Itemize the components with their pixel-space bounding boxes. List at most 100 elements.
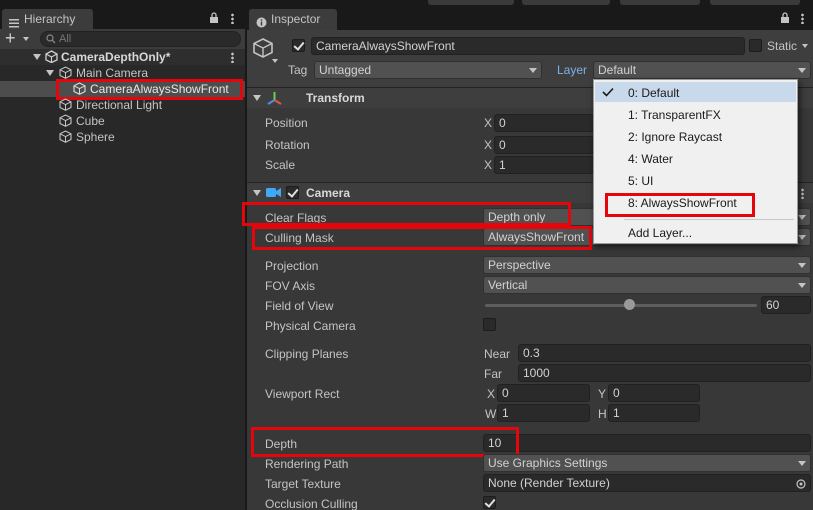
static-label: Static — [767, 39, 798, 53]
depth-field[interactable]: 10 — [483, 434, 811, 452]
menu-separator — [624, 219, 794, 220]
far-field[interactable]: 1000 — [518, 364, 811, 382]
camera-title: Camera — [306, 186, 351, 200]
physical-camera-label: Physical Camera — [265, 319, 356, 333]
x-label: X — [484, 158, 493, 172]
unity-scene-icon — [45, 50, 58, 66]
fov-slider-track[interactable] — [485, 304, 757, 307]
list-icon — [9, 14, 19, 28]
near-label: Near — [484, 347, 511, 361]
toolbar-button[interactable] — [522, 0, 610, 5]
lock-icon[interactable] — [209, 12, 219, 27]
chevron-down-icon — [529, 68, 537, 73]
object-name-field[interactable]: CameraAlwaysShowFront — [311, 37, 745, 55]
layer-menu-item[interactable]: 4: Water — [628, 151, 673, 167]
chevron-down-icon[interactable] — [272, 59, 278, 63]
highlight-box — [251, 427, 519, 457]
occlusion-culling-checkbox[interactable] — [483, 496, 496, 509]
projection-value: Perspective — [488, 258, 551, 272]
layer-popup-menu: 0: Default 1: TransparentFX 2: Ignore Ra… — [593, 79, 798, 244]
expand-arrow-icon[interactable] — [46, 70, 54, 76]
search-icon — [46, 34, 56, 48]
layer-label: Layer — [557, 63, 588, 77]
chevron-down-icon — [798, 283, 806, 288]
toolbar-button[interactable] — [710, 0, 800, 5]
static-checkbox[interactable] — [749, 39, 762, 52]
near-field[interactable]: 0.3 — [518, 344, 811, 362]
rendering-path-dropdown[interactable]: Use Graphics Settings — [483, 454, 811, 472]
fov-axis-dropdown[interactable]: Vertical — [483, 276, 811, 294]
chevron-down-icon — [798, 461, 806, 466]
rendering-path-label: Rendering Path — [265, 457, 349, 471]
tag-label: Tag — [288, 63, 308, 77]
toolbar-button[interactable] — [428, 0, 514, 5]
object-picker-icon[interactable] — [796, 478, 806, 492]
physical-camera-checkbox[interactable] — [483, 318, 496, 331]
menu-selection-highlight — [595, 82, 796, 102]
viewport-h-field[interactable]: 1 — [608, 404, 700, 422]
scene-options-icon[interactable] — [231, 52, 234, 63]
hierarchy-item-sphere[interactable]: Sphere — [76, 129, 115, 145]
rotation-x-field[interactable]: 0 — [494, 136, 594, 154]
highlight-box — [242, 202, 571, 226]
layer-menu-item[interactable]: 5: UI — [628, 173, 653, 189]
collapse-arrow-icon[interactable] — [253, 190, 261, 196]
viewport-x-field[interactable]: 0 — [497, 384, 590, 402]
add-object-button[interactable]: + — [5, 29, 16, 47]
layer-menu-item[interactable]: 0: Default — [628, 85, 679, 101]
chevron-down-icon — [798, 263, 806, 268]
toolbar-button[interactable] — [620, 0, 700, 5]
more-options-icon[interactable] — [801, 13, 804, 24]
expand-arrow-icon[interactable] — [33, 54, 41, 60]
collapse-arrow-icon[interactable] — [253, 95, 261, 101]
chevron-down-icon — [798, 68, 806, 73]
target-texture-field[interactable]: None (Render Texture) — [483, 474, 811, 492]
viewport-x-label: X — [487, 387, 496, 401]
layer-menu-item[interactable]: 2: Ignore Raycast — [628, 129, 722, 145]
scene-item[interactable]: CameraDepthOnly* — [61, 49, 170, 65]
camera-enabled-checkbox[interactable] — [286, 186, 299, 199]
gameobject-icon[interactable] — [252, 37, 274, 62]
tab-hierarchy[interactable]: Hierarchy — [2, 9, 93, 30]
fov-axis-value: Vertical — [488, 278, 528, 292]
search-placeholder: All — [59, 33, 72, 45]
target-texture-label: Target Texture — [265, 477, 341, 491]
rendering-path-value: Use Graphics Settings — [488, 456, 608, 470]
gameobject-cube-icon — [59, 98, 72, 114]
component-options-icon[interactable] — [801, 188, 804, 199]
add-layer-menu-item[interactable]: Add Layer... — [628, 225, 692, 241]
viewport-y-field[interactable]: 0 — [608, 384, 700, 402]
more-options-icon[interactable] — [231, 13, 234, 24]
position-x-field[interactable]: 0 — [494, 114, 594, 132]
occlusion-culling-label: Occlusion Culling — [265, 497, 358, 510]
position-label: Position — [265, 116, 308, 130]
chevron-down-icon[interactable] — [802, 44, 808, 48]
far-label: Far — [484, 367, 502, 381]
viewport-w-field[interactable]: 1 — [497, 404, 590, 422]
gameobject-cube-icon — [59, 130, 72, 146]
tag-dropdown[interactable]: Untagged — [314, 61, 542, 79]
clipping-planes-label: Clipping Planes — [265, 347, 349, 361]
highlight-box — [252, 226, 592, 250]
tab-inspector[interactable]: Inspector — [249, 9, 337, 30]
field-of-view-field[interactable]: 60 — [761, 296, 811, 314]
hierarchy-search-input[interactable]: All — [40, 31, 241, 47]
hierarchy-item-directional-light[interactable]: Directional Light — [76, 97, 162, 113]
viewport-w-label: W — [485, 407, 497, 421]
hierarchy-tab-label: Hierarchy — [24, 12, 76, 26]
fov-slider-handle[interactable] — [623, 299, 635, 310]
viewport-rect-label: Viewport Rect — [265, 387, 340, 401]
layer-value: Default — [598, 63, 637, 77]
check-icon — [602, 86, 614, 100]
layer-dropdown[interactable]: Default — [593, 61, 811, 79]
inspector-tab-label: Inspector — [271, 12, 321, 26]
hierarchy-item-cube[interactable]: Cube — [76, 113, 105, 129]
chevron-down-icon — [798, 215, 806, 220]
layer-menu-item[interactable]: 1: TransparentFX — [628, 107, 721, 123]
chevron-down-icon — [798, 235, 806, 240]
chevron-down-icon[interactable] — [23, 37, 29, 41]
projection-dropdown[interactable]: Perspective — [483, 256, 811, 274]
active-checkbox[interactable] — [292, 39, 305, 52]
lock-icon[interactable] — [780, 12, 790, 27]
scale-x-field[interactable]: 1 — [494, 156, 594, 174]
